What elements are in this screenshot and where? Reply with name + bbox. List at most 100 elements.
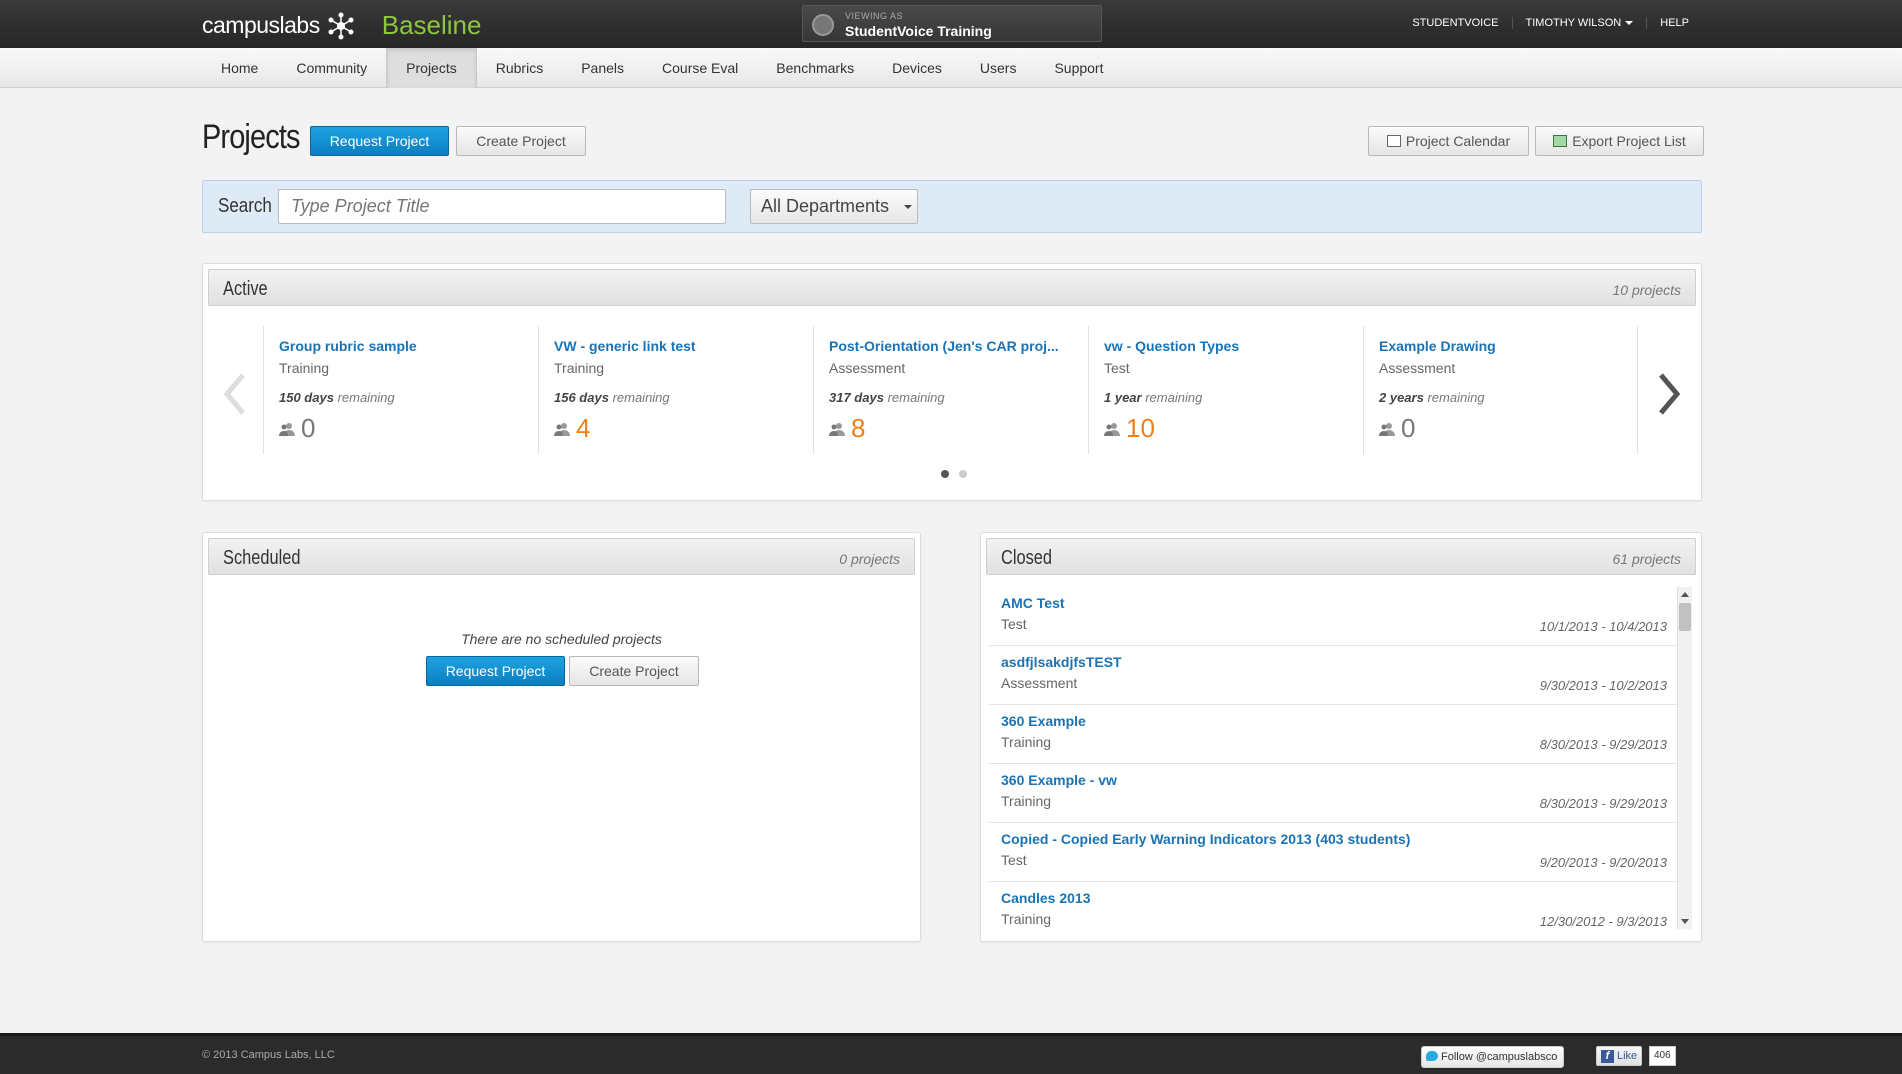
date-range: 12/30/2012 - 9/3/2013: [1539, 914, 1667, 929]
org-link[interactable]: STUDENTVOICE: [1399, 17, 1511, 29]
nav-panels[interactable]: Panels: [562, 48, 643, 88]
spreadsheet-icon: [1553, 135, 1568, 147]
request-project-button[interactable]: Request Project: [426, 656, 565, 686]
create-project-button[interactable]: Create Project: [456, 126, 586, 156]
project-title-link[interactable]: vw - Question Types: [1104, 338, 1348, 354]
remaining-value: 1 year: [1104, 390, 1142, 405]
remaining-suffix: remaining: [1145, 390, 1203, 405]
project-type: Training: [279, 360, 330, 376]
nav-home[interactable]: Home: [202, 48, 277, 88]
users-icon: [279, 422, 295, 436]
facebook-icon: f: [1601, 1050, 1614, 1063]
scroll-thumb[interactable]: [1679, 603, 1691, 631]
remaining-value: 2 years: [1379, 390, 1424, 405]
twitter-label: Follow @campuslabsco: [1441, 1051, 1558, 1063]
users-icon: [1379, 422, 1395, 436]
project-title-link[interactable]: Post-Orientation (Jen's CAR proj...: [829, 338, 1073, 354]
project-count: 10 projects: [1612, 282, 1681, 298]
project-card[interactable]: Example Drawing Assessment 2 years remai…: [1363, 326, 1638, 454]
nav-rubrics[interactable]: Rubrics: [477, 48, 562, 88]
list-item[interactable]: AMC Test Test 10/1/2013 - 10/4/2013: [989, 587, 1677, 646]
scroll-down-arrow-icon[interactable]: [1681, 919, 1689, 924]
remaining-value: 150 days: [279, 390, 334, 405]
top-links: STUDENTVOICE TIMOTHY WILSON HELP: [1399, 17, 1702, 29]
project-type: Assessment: [829, 360, 906, 376]
help-link[interactable]: HELP: [1646, 17, 1702, 29]
search-input[interactable]: [278, 189, 726, 224]
project-title-link[interactable]: 360 Example - vw: [1001, 772, 1665, 788]
users-icon: [829, 422, 845, 436]
participant-count: 0: [1379, 413, 1622, 444]
brand-logo[interactable]: campuslabs Baseline: [202, 10, 481, 41]
list-item[interactable]: asdfjlsakdjfsTEST Assessment 9/30/2013 -…: [989, 646, 1677, 705]
date-range: 10/1/2013 - 10/4/2013: [1539, 619, 1667, 634]
remaining-suffix: remaining: [612, 390, 670, 405]
remaining-suffix: remaining: [1427, 390, 1485, 405]
nav-course-eval[interactable]: Course Eval: [643, 48, 757, 88]
list-item[interactable]: Candles 2013 Training 12/30/2012 - 9/3/2…: [989, 882, 1677, 929]
project-title-link[interactable]: Group rubric sample: [279, 338, 523, 354]
empty-message: There are no scheduled projects: [461, 631, 662, 647]
project-type: Training: [554, 360, 605, 376]
scroll-up-arrow-icon[interactable]: [1681, 592, 1689, 597]
nav-projects[interactable]: Projects: [386, 48, 477, 88]
carousel-next-arrow-icon[interactable]: [1653, 369, 1683, 419]
viewing-as-label: VIEWING AS: [845, 11, 904, 21]
nav-benchmarks[interactable]: Benchmarks: [757, 48, 873, 88]
closed-project-list[interactable]: AMC Test Test 10/1/2013 - 10/4/2013 asdf…: [989, 587, 1677, 929]
refresh-icon: [812, 14, 834, 36]
product-name: Baseline: [381, 10, 482, 40]
nav-community[interactable]: Community: [277, 48, 386, 88]
carousel-prev-arrow-icon[interactable]: [221, 369, 251, 419]
project-count: 61 projects: [1612, 551, 1681, 567]
user-menu[interactable]: TIMOTHY WILSON: [1511, 17, 1647, 29]
project-title-link[interactable]: Example Drawing: [1379, 338, 1622, 354]
project-calendar-button[interactable]: Project Calendar: [1368, 126, 1529, 156]
list-item[interactable]: 360 Example - vw Training 8/30/2013 - 9/…: [989, 764, 1677, 823]
project-card[interactable]: vw - Question Types Test 1 year remainin…: [1088, 326, 1363, 454]
carousel-dot[interactable]: [941, 470, 949, 478]
copyright: © 2013 Campus Labs, LLC: [202, 1049, 335, 1061]
carousel-dot[interactable]: [959, 470, 967, 478]
active-carousel: Group rubric sample Training 150 days re…: [263, 326, 1643, 454]
project-title-link[interactable]: Candles 2013: [1001, 890, 1665, 906]
twitter-icon: [1426, 1051, 1438, 1061]
date-range: 8/30/2013 - 9/29/2013: [1539, 796, 1667, 811]
scheduled-projects-panel: Scheduled 0 projects There are no schedu…: [202, 532, 921, 942]
request-project-button[interactable]: Request Project: [310, 126, 449, 156]
project-title-link[interactable]: 360 Example: [1001, 713, 1665, 729]
panel-title: Active: [223, 278, 268, 300]
project-card[interactable]: Group rubric sample Training 150 days re…: [263, 326, 538, 454]
nav-support[interactable]: Support: [1035, 48, 1122, 88]
nav-users[interactable]: Users: [961, 48, 1036, 88]
project-title-link[interactable]: VW - generic link test: [554, 338, 798, 354]
user-count: 4: [576, 413, 591, 443]
viewing-as-switcher[interactable]: VIEWING AS StudentVoice Training: [802, 5, 1102, 42]
user-count: 8: [851, 413, 866, 443]
project-title-link[interactable]: AMC Test: [1001, 595, 1665, 611]
department-value: All Departments: [761, 196, 890, 216]
list-scrollbar[interactable]: [1677, 587, 1692, 929]
export-project-list-button[interactable]: Export Project List: [1535, 126, 1704, 156]
project-title-link[interactable]: Copied - Copied Early Warning Indicators…: [1001, 831, 1665, 847]
panel-title: Scheduled: [223, 547, 301, 569]
project-type: Test: [1104, 360, 1130, 376]
remaining-value: 156 days: [554, 390, 609, 405]
date-range: 8/30/2013 - 9/29/2013: [1539, 737, 1667, 752]
facebook-like-button[interactable]: f Like: [1596, 1046, 1643, 1066]
twitter-follow-button[interactable]: Follow @campuslabsco: [1421, 1046, 1565, 1068]
project-type: Assessment: [1379, 360, 1456, 376]
list-item[interactable]: 360 Example Training 8/30/2013 - 9/29/20…: [989, 705, 1677, 764]
project-title-link[interactable]: asdfjlsakdjfsTEST: [1001, 654, 1665, 670]
department-select[interactable]: All Departments: [750, 189, 918, 224]
project-card[interactable]: Post-Orientation (Jen's CAR proj... Asse…: [813, 326, 1088, 454]
time-remaining: 2 years remaining: [1379, 390, 1622, 405]
participant-count: 4: [554, 413, 798, 444]
viewing-as-value: StudentVoice Training: [845, 23, 992, 39]
project-card[interactable]: VW - generic link test Training 156 days…: [538, 326, 813, 454]
create-project-button[interactable]: Create Project: [569, 656, 699, 686]
user-name: TIMOTHY WILSON: [1525, 17, 1622, 29]
list-item[interactable]: Copied - Copied Early Warning Indicators…: [989, 823, 1677, 882]
nav-devices[interactable]: Devices: [873, 48, 961, 88]
panel-header: Active 10 projects: [208, 269, 1696, 306]
